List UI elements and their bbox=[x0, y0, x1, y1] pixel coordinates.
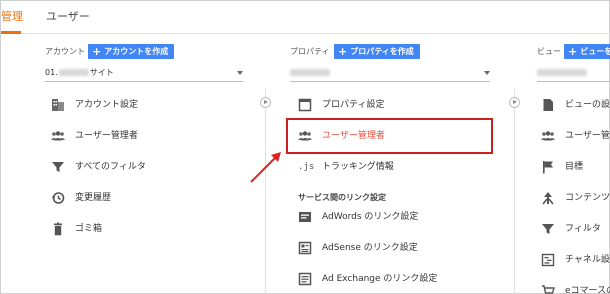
adsense-link-item[interactable]: AdSense のリンク設定 bbox=[298, 238, 488, 258]
history-icon bbox=[51, 191, 65, 205]
tab-admin[interactable]: 管理 bbox=[1, 8, 23, 24]
create-view-button[interactable]: +ビューを作 bbox=[564, 44, 610, 59]
plus-icon: + bbox=[568, 45, 578, 58]
admin-panel: 管理 ユーザー アカウント + アカウントを作成 01. サイト アカウント設定 ユ… bbox=[0, 0, 610, 294]
adsense-icon bbox=[298, 241, 312, 255]
view-filters-item[interactable]: フィルタ bbox=[541, 219, 610, 239]
active-tab-indicator bbox=[1, 31, 21, 34]
redacted-text bbox=[537, 69, 587, 76]
users-icon bbox=[51, 129, 65, 143]
chevron-right-icon bbox=[260, 97, 271, 108]
view-ecommerce-item[interactable]: eコマースの bbox=[541, 281, 610, 294]
content-icon bbox=[541, 191, 555, 205]
channel-icon bbox=[541, 253, 555, 267]
adexchange-link-item[interactable]: Ad Exchange のリンク設定 bbox=[298, 269, 488, 289]
column-divider-2 bbox=[514, 89, 515, 294]
building-icon bbox=[51, 98, 65, 112]
flag-icon bbox=[541, 160, 555, 174]
property-settings-item[interactable]: プロパティ設定 bbox=[298, 95, 488, 115]
view-channel-settings-item[interactable]: チャネル設定 bbox=[541, 250, 610, 270]
plus-icon: + bbox=[338, 45, 348, 58]
redacted-text bbox=[290, 69, 330, 76]
adwords-link-item[interactable]: AdWords のリンク設定 bbox=[298, 207, 488, 227]
view-user-management-item[interactable]: ユーザー管理 bbox=[541, 126, 610, 146]
filter-icon bbox=[541, 222, 555, 236]
account-change-history-item[interactable]: 変更履歴 bbox=[51, 188, 241, 208]
view-content-grouping-item[interactable]: コンテンツ bbox=[541, 188, 610, 208]
property-column-label: プロパティ bbox=[290, 47, 330, 56]
trash-icon bbox=[51, 222, 65, 236]
account-all-filters-item[interactable]: すべてのフィルタ bbox=[51, 157, 241, 177]
filter-icon bbox=[51, 160, 65, 174]
account-select[interactable]: 01. サイト bbox=[45, 66, 243, 82]
top-tabs: 管理 ユーザー bbox=[1, 1, 610, 34]
account-user-management-item[interactable]: ユーザー管理者 bbox=[51, 126, 241, 146]
property-select[interactable] bbox=[290, 66, 490, 82]
service-links-section-title: サービス間のリンク設定 bbox=[298, 193, 386, 202]
redacted-text bbox=[58, 69, 89, 76]
view-settings-item[interactable]: ビューの設定 bbox=[541, 95, 610, 115]
square-icon bbox=[298, 98, 312, 112]
doc-icon bbox=[541, 98, 555, 112]
cart-icon bbox=[541, 284, 555, 294]
view-goals-item[interactable]: 目標 bbox=[541, 157, 610, 177]
create-property-button[interactable]: + プロパティを作成 bbox=[334, 44, 420, 59]
js-icon: .js bbox=[298, 162, 315, 172]
adwords-icon bbox=[298, 210, 312, 224]
plus-icon: + bbox=[92, 45, 102, 58]
chevron-down-icon bbox=[484, 71, 490, 75]
chevron-down-icon bbox=[237, 71, 243, 75]
users-icon bbox=[541, 129, 555, 143]
account-settings-item[interactable]: アカウント設定 bbox=[51, 95, 241, 115]
chevron-right-icon bbox=[509, 97, 520, 108]
view-select[interactable] bbox=[537, 66, 610, 82]
create-account-button[interactable]: + アカウントを作成 bbox=[88, 44, 175, 59]
adexchange-icon bbox=[298, 272, 312, 286]
highlight-box bbox=[286, 118, 493, 154]
view-column-label: ビュー bbox=[537, 47, 561, 56]
account-column-label: アカウント bbox=[45, 47, 85, 56]
account-trash-item[interactable]: ゴミ箱 bbox=[51, 219, 241, 239]
column-divider-1 bbox=[265, 89, 266, 294]
tab-user[interactable]: ユーザー bbox=[46, 8, 90, 24]
property-tracking-info-item[interactable]: .js トラッキング情報 bbox=[298, 157, 488, 177]
